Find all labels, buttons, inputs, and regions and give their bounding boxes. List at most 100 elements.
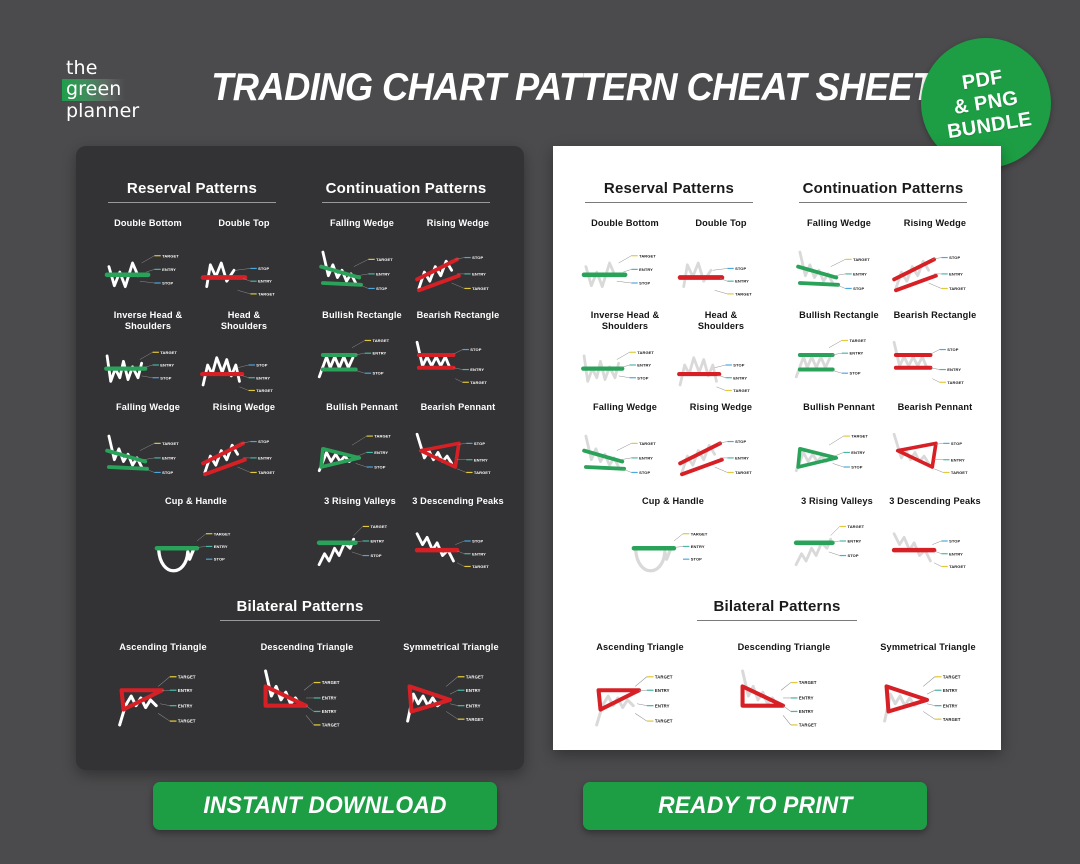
svg-text:TARGET: TARGET [370, 524, 387, 529]
svg-text:TARGET: TARGET [472, 286, 489, 291]
svg-text:TARGET: TARGET [178, 674, 196, 679]
svg-text:STOP: STOP [735, 266, 746, 271]
pattern-chart-rising-wedge: STOP ENTRY TARGET [678, 439, 752, 477]
pattern-title: Bullish Rectangle [799, 310, 879, 320]
pattern-title: Double Bottom [591, 218, 659, 228]
section-rule-continuation [322, 202, 490, 203]
pattern-tile-cup-handle: Cup & Handle TARGET ENTRY STOP [623, 496, 723, 592]
svg-text:ENTRY: ENTRY [951, 457, 965, 462]
pattern-title: Double Bottom [114, 218, 182, 228]
svg-text:TARGET: TARGET [951, 470, 968, 475]
svg-text:ENTRY: ENTRY [947, 367, 961, 372]
svg-text:ENTRY: ENTRY [258, 455, 272, 460]
svg-text:ENTRY: ENTRY [466, 703, 481, 708]
svg-text:ENTRY: ENTRY [472, 271, 486, 276]
svg-text:TARGET: TARGET [949, 564, 966, 569]
pattern-tile-sym-triangle: Symmetrical Triangle TARGET ENTRY ENTRY … [875, 642, 981, 738]
instant-download-button[interactable]: INSTANT DOWNLOAD [153, 782, 497, 830]
svg-text:TARGET: TARGET [322, 723, 340, 728]
svg-text:ENTRY: ENTRY [178, 688, 193, 693]
section-rule-reversal [108, 202, 276, 203]
svg-text:ENTRY: ENTRY [162, 455, 176, 460]
pattern-chart-bull-pennant: TARGET ENTRY STOP [317, 434, 391, 473]
pattern-title: Symmetrical Triangle [880, 642, 976, 652]
logo-line-planner: planner [66, 100, 140, 122]
svg-text:ENTRY: ENTRY [655, 688, 670, 693]
svg-text:STOP: STOP [639, 470, 650, 475]
svg-text:STOP: STOP [160, 375, 171, 380]
pattern-chart-bull-rect: TARGET ENTRY STOP [794, 338, 867, 379]
pattern-tile-hns: Head & Shoulders STOP ENTRY TARGET [194, 310, 294, 406]
pattern-tile-falling-wedge: Falling Wedge TARGET ENTRY STOP [575, 402, 675, 498]
svg-text:ENTRY: ENTRY [322, 709, 337, 714]
svg-text:ENTRY: ENTRY [799, 696, 814, 701]
svg-text:TARGET: TARGET [733, 388, 750, 393]
pattern-title: Bearish Pennant [420, 402, 496, 412]
pattern-tile-rising-wedge: Rising Wedge STOP ENTRY TARGET [194, 402, 294, 498]
pattern-tile-bull-rect: Bullish Rectangle TARGET ENTRY STOP [312, 310, 412, 406]
svg-text:ENTRY: ENTRY [943, 703, 958, 708]
svg-text:TARGET: TARGET [178, 719, 196, 724]
svg-text:ENTRY: ENTRY [849, 351, 863, 356]
svg-text:STOP: STOP [256, 363, 267, 368]
pattern-chart-descending-peaks: STOP ENTRY TARGET [414, 532, 489, 569]
pattern-tile-double-bottom: Double Bottom TARGET ENTRY STOP [575, 218, 675, 314]
svg-text:TARGET: TARGET [374, 434, 391, 439]
svg-text:TARGET: TARGET [466, 674, 484, 679]
section-rule-bilateral [220, 620, 380, 621]
pattern-title: Falling Wedge [806, 218, 872, 228]
pattern-title: Bearish Rectangle [893, 310, 977, 320]
svg-text:TARGET: TARGET [256, 388, 273, 393]
svg-text:STOP: STOP [258, 266, 269, 271]
pattern-chart-bull-pennant: TARGET ENTRY STOP [794, 434, 868, 473]
cheat-sheet-preview-light[interactable]: Reserval Patterns Continuation Patterns D… [553, 146, 1001, 750]
pattern-chart-sym-triangle: TARGET ENTRY ENTRY TARGET [406, 674, 484, 723]
svg-text:TARGET: TARGET [162, 441, 179, 446]
pattern-tile-double-bottom: Double Bottom TARGET ENTRY STOP [98, 218, 198, 314]
pattern-title: 3 Rising Valleys [801, 496, 873, 506]
pattern-chart-bear-pennant: STOP ENTRY TARGET [415, 432, 491, 475]
pattern-tile-bear-pennant: Bearish Pennant STOP ENTRY TARGET [408, 402, 508, 498]
pattern-title: Bullish Rectangle [322, 310, 402, 320]
svg-text:STOP: STOP [851, 465, 862, 470]
pattern-tile-bear-rect: Bearish Rectangle STOP ENTRY TARGET [885, 310, 985, 406]
svg-text:STOP: STOP [214, 557, 225, 562]
pattern-title: Bearish Rectangle [416, 310, 500, 320]
svg-text:TARGET: TARGET [472, 564, 489, 569]
pattern-title: Double Top [218, 218, 270, 228]
pattern-title: Bullish Pennant [326, 402, 398, 412]
svg-text:TARGET: TARGET [372, 338, 389, 343]
ready-to-print-button[interactable]: READY TO PRINT [583, 782, 927, 830]
svg-text:ENTRY: ENTRY [258, 279, 272, 284]
pattern-chart-descending-peaks: STOP ENTRY TARGET [891, 532, 966, 569]
ready-to-print-label: READY TO PRINT [657, 792, 853, 819]
pattern-tile-asc-triangle: Ascending Triangle TARGET ENTRY ENTRY TA… [110, 642, 216, 738]
pattern-title: Ascending Triangle [596, 642, 684, 652]
cheat-sheet-preview-dark[interactable]: Reserval Patterns Continuation Patterns D… [76, 146, 524, 770]
svg-text:TARGET: TARGET [943, 674, 961, 679]
svg-text:ENTRY: ENTRY [374, 450, 388, 455]
section-heading-bilateral: Bilateral Patterns [713, 598, 841, 615]
pattern-tile-descending-peaks: 3 Descending Peaks STOP ENTRY TARGET [408, 496, 508, 592]
svg-text:ENTRY: ENTRY [370, 539, 384, 544]
logo-line-green: green [62, 79, 126, 101]
pattern-chart-double-bottom: TARGET ENTRY STOP [104, 253, 179, 289]
svg-text:STOP: STOP [951, 441, 962, 446]
pattern-title: Falling Wedge [329, 218, 395, 228]
pattern-chart-desc-triangle: TARGET ENTRY ENTRY TARGET [740, 669, 817, 728]
svg-text:ENTRY: ENTRY [637, 363, 651, 368]
svg-text:TARGET: TARGET [160, 350, 177, 355]
svg-text:ENTRY: ENTRY [851, 450, 865, 455]
svg-text:STOP: STOP [947, 347, 958, 352]
svg-text:STOP: STOP [853, 286, 864, 291]
svg-text:ENTRY: ENTRY [214, 544, 228, 549]
pattern-title: Cup & Handle [164, 496, 228, 506]
svg-text:TARGET: TARGET [655, 674, 673, 679]
section-rule-reversal [585, 202, 753, 203]
pattern-title: Head & Shoulders [697, 310, 745, 331]
svg-text:ENTRY: ENTRY [943, 688, 958, 693]
pattern-tile-rising-valleys: 3 Rising Valleys TARGET ENTRY STOP [310, 496, 410, 592]
pattern-title: Descending Triangle [260, 642, 354, 652]
pattern-chart-bear-rect: STOP ENTRY TARGET [415, 340, 487, 385]
pattern-title: 3 Rising Valleys [324, 496, 396, 506]
